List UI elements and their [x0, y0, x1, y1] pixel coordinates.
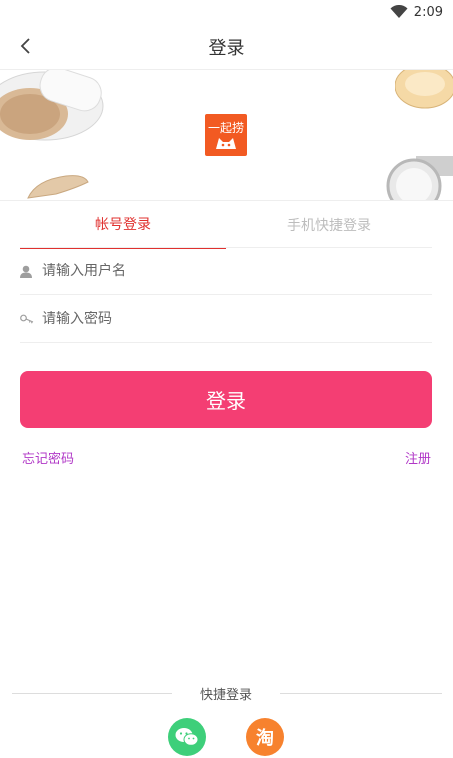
username-row	[20, 248, 432, 295]
divider-left	[12, 693, 172, 694]
taobao-login-button[interactable]: 淘	[246, 718, 284, 756]
divider-right	[280, 693, 442, 694]
wechat-login-button[interactable]	[168, 718, 206, 756]
perfume-image	[395, 70, 453, 109]
tab-phone-quick-login-label: 手机快捷登录	[287, 218, 371, 234]
banner: 一起捞	[0, 70, 453, 200]
app-logo: 一起捞	[205, 114, 247, 156]
user-icon	[20, 265, 42, 278]
watch-image	[386, 156, 453, 200]
key-icon	[20, 314, 42, 324]
chevron-left-icon	[20, 38, 30, 54]
cat-logo-icon	[216, 138, 236, 149]
login-button[interactable]: 登录	[20, 371, 432, 428]
password-row	[20, 296, 432, 343]
back-button[interactable]	[14, 35, 36, 57]
shoe-image	[27, 175, 89, 199]
tab-account-login-label: 帐号登录	[95, 217, 151, 233]
forgot-password-link[interactable]: 忘记密码	[22, 448, 74, 467]
tab-phone-quick-login[interactable]: 手机快捷登录	[226, 201, 432, 249]
password-input[interactable]	[42, 311, 402, 327]
wechat-icon	[175, 728, 199, 746]
cushion-compact-image	[0, 70, 104, 141]
logo-text: 一起捞	[207, 121, 244, 135]
quick-login-label: 快捷登录	[199, 688, 252, 703]
username-input[interactable]	[42, 263, 402, 279]
taobao-icon: 淘	[256, 728, 274, 749]
nav-bar: 登录	[0, 24, 453, 70]
wifi-icon	[390, 5, 408, 18]
register-link[interactable]: 注册	[405, 448, 431, 467]
status-bar: 2:09	[0, 0, 453, 24]
status-time: 2:09	[413, 4, 443, 20]
login-button-label: 登录	[206, 389, 246, 413]
page-title: 登录	[208, 37, 245, 59]
login-tabs: 帐号登录 手机快捷登录	[0, 200, 453, 249]
tab-account-login[interactable]: 帐号登录	[20, 201, 226, 249]
